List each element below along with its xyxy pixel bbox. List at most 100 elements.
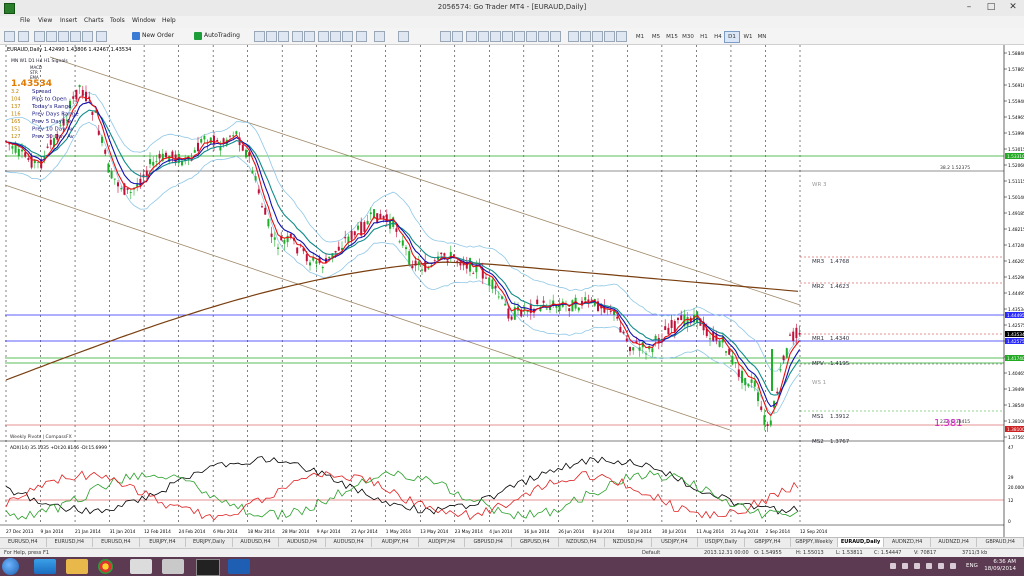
arrows-icon[interactable] <box>550 31 561 42</box>
chart-tab[interactable]: USDJPY,H4 <box>652 538 699 547</box>
menu-view[interactable]: View <box>38 17 52 24</box>
chart-tab[interactable]: AUDJPY,H4 <box>372 538 419 547</box>
extra-tool-2-icon[interactable] <box>580 31 591 42</box>
zoom-out-icon[interactable] <box>304 31 315 42</box>
chart-tab[interactable]: GBPUSD,H4 <box>512 538 559 547</box>
chart-tab[interactable]: AUDJPY,H4 <box>419 538 466 547</box>
tray-keyboard-icon[interactable] <box>950 563 956 569</box>
ie-icon[interactable] <box>34 559 56 574</box>
chart-tab[interactable]: GBPJPY,H4 <box>745 538 792 547</box>
crosshair-tool-icon[interactable] <box>452 31 463 42</box>
tray-battery-icon[interactable] <box>938 563 944 569</box>
tf-d1[interactable]: D1 <box>724 31 740 43</box>
candlestick-icon[interactable] <box>266 31 277 42</box>
tray-up-arrow-icon[interactable] <box>890 563 896 569</box>
price-chart[interactable]: EURAUD,Daily 1.42490 1.43806 1.42467 1.4… <box>0 45 1024 537</box>
start-button[interactable] <box>2 558 19 575</box>
text-icon[interactable] <box>526 31 537 42</box>
clock[interactable]: 6:36 AM 18/09/2014 <box>984 559 1016 573</box>
chart-shift-icon[interactable] <box>330 31 341 42</box>
menu-charts[interactable]: Charts <box>84 17 104 24</box>
chart-tab[interactable]: NZDUSD,H4 <box>605 538 652 547</box>
tf-m15[interactable]: M15 <box>664 31 680 43</box>
chart-tab[interactable]: USDJPY,Daily <box>698 538 745 547</box>
menu-window[interactable]: Window <box>132 17 156 24</box>
chart-tab[interactable]: GBPUSD,H4 <box>465 538 512 547</box>
cursor-icon[interactable] <box>440 31 451 42</box>
menu-tools[interactable]: Tools <box>110 17 125 24</box>
mt4-icon[interactable] <box>196 559 220 576</box>
status-profile: Default <box>642 550 661 556</box>
fibonacci-icon[interactable] <box>514 31 525 42</box>
info-row-value: 116 <box>11 112 21 118</box>
chart-tab[interactable]: NZDUSD,H4 <box>559 538 606 547</box>
chart-tab[interactable]: AUDUSD,H4 <box>326 538 373 547</box>
vertical-line-icon[interactable] <box>466 31 477 42</box>
autoscroll-icon[interactable] <box>342 31 353 42</box>
extra-tool-4-icon[interactable] <box>604 31 615 42</box>
tf-m30[interactable]: M30 <box>680 31 696 43</box>
menu-insert[interactable]: Insert <box>60 17 77 24</box>
zoom-in-icon[interactable] <box>292 31 303 42</box>
extra-tool-1-icon[interactable] <box>568 31 579 42</box>
chart-tab[interactable]: GBPJPY,Weekly <box>791 538 838 547</box>
chart-window[interactable]: EURAUD,Daily 1.42490 1.43806 1.42467 1.4… <box>0 45 1024 537</box>
line-chart-icon[interactable] <box>278 31 289 42</box>
candle-body <box>421 269 423 271</box>
autotrading-button[interactable]: AutoTrading <box>194 31 240 41</box>
strategy-tester-icon[interactable] <box>82 31 93 42</box>
horizontal-line-icon[interactable] <box>478 31 489 42</box>
chart-tab[interactable]: EURUSD,H4 <box>0 538 47 547</box>
tray-volume-icon[interactable] <box>926 563 932 569</box>
bar-chart-icon[interactable] <box>254 31 265 42</box>
language-indicator[interactable]: ENG <box>966 563 978 569</box>
market-watch-icon[interactable] <box>34 31 45 42</box>
menu-file[interactable]: File <box>20 17 30 24</box>
extra-tool-3-icon[interactable] <box>592 31 603 42</box>
candle-body <box>120 188 123 190</box>
extra-tool-5-icon[interactable] <box>616 31 627 42</box>
maximize-button[interactable]: □ <box>980 0 1002 14</box>
new-order-button[interactable]: New Order <box>132 31 174 41</box>
date-tick-label: 9 Jan 2014 <box>41 529 64 535</box>
chart-tab[interactable]: AUDUSD,H4 <box>233 538 280 547</box>
chart-tab[interactable]: GBPAUD,H4 <box>977 538 1024 547</box>
chart-tab[interactable]: AUDNZD,H4 <box>931 538 978 547</box>
minimize-button[interactable]: – <box>958 0 980 14</box>
chart-tab[interactable]: EURJPY,Daily <box>186 538 233 547</box>
app-icon-7[interactable] <box>228 559 250 574</box>
chart-tab[interactable]: AUDNZD,H4 <box>884 538 931 547</box>
text-label-icon[interactable] <box>538 31 549 42</box>
trendline-icon[interactable] <box>490 31 501 42</box>
new-chart-icon[interactable] <box>4 31 15 42</box>
chart-tab[interactable]: EURUSD,H4 <box>47 538 94 547</box>
close-button[interactable]: ✕ <box>1002 0 1024 14</box>
tf-mn[interactable]: MN <box>754 31 770 43</box>
chart-tab[interactable]: AUDUSD,H4 <box>279 538 326 547</box>
explorer-icon[interactable] <box>66 559 88 574</box>
menu-help[interactable]: Help <box>162 17 176 24</box>
chrome-icon[interactable] <box>98 559 113 574</box>
chart-tab[interactable]: EURJPY,H4 <box>140 538 187 547</box>
periods-icon[interactable] <box>374 31 385 42</box>
indicators-icon[interactable] <box>356 31 367 42</box>
terminal-icon[interactable] <box>70 31 81 42</box>
channel-icon[interactable] <box>502 31 513 42</box>
data-window-icon[interactable] <box>46 31 57 42</box>
profiles-icon[interactable] <box>18 31 29 42</box>
tray-flag-icon[interactable] <box>902 563 908 569</box>
chart-tab[interactable]: EURUSD,H4 <box>93 538 140 547</box>
app-icon-4[interactable] <box>130 559 152 574</box>
tile-windows-icon[interactable] <box>318 31 329 42</box>
tf-m1[interactable]: M1 <box>632 31 648 43</box>
tf-m5[interactable]: M5 <box>648 31 664 43</box>
navigator-icon[interactable] <box>58 31 69 42</box>
crosshair-icon[interactable] <box>96 31 107 42</box>
app-icon-5[interactable] <box>162 559 184 574</box>
pivot-label: MR3 <box>812 259 825 265</box>
candle-body <box>555 305 558 308</box>
tray-network-icon[interactable] <box>914 563 920 569</box>
chart-tab[interactable]: EURAUD,Daily <box>837 538 885 547</box>
templates-icon[interactable] <box>398 31 409 42</box>
info-row-value: 3.2 <box>11 89 19 95</box>
